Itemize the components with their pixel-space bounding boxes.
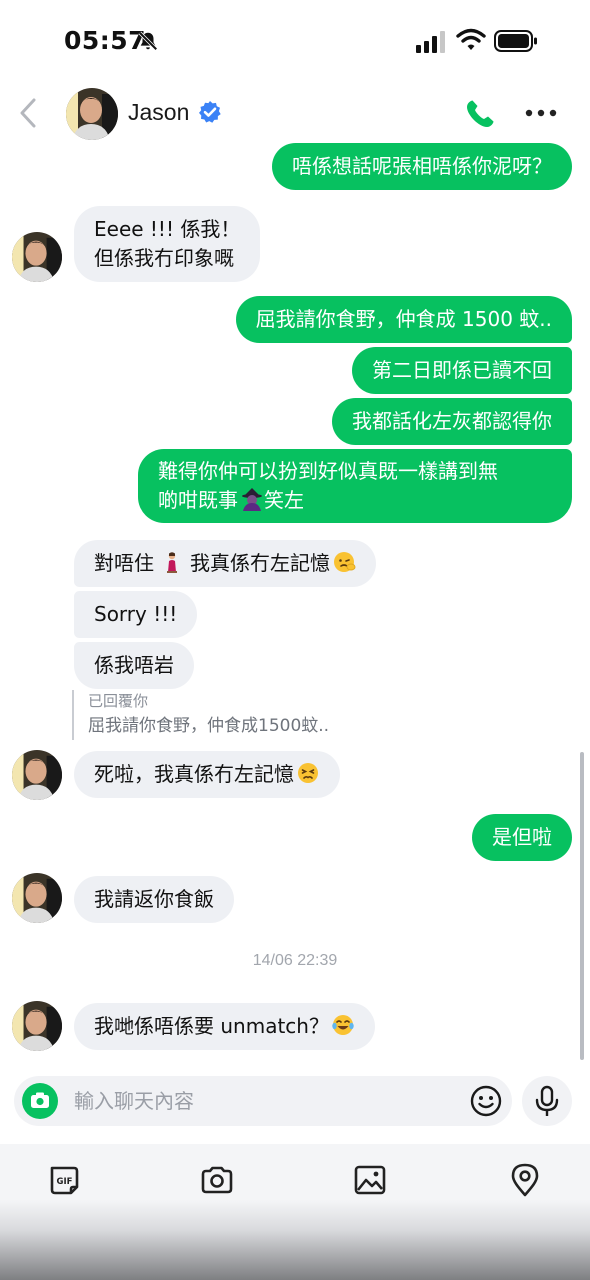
- contact-avatar[interactable]: [12, 750, 62, 800]
- message-text: 啲咁既事: [158, 488, 238, 512]
- message-text: 第二日即係已讀不回: [372, 358, 552, 382]
- message-text: 屈我請你食野，仲食成 1500 蚊..: [255, 307, 552, 331]
- message-bubble[interactable]: 第二日即係已讀不回: [352, 347, 572, 394]
- timestamp: 14/06 22:39: [252, 952, 338, 969]
- person-emoji-icon: [167, 552, 177, 573]
- message-bubble[interactable]: 是但啦: [472, 814, 572, 861]
- more-icon[interactable]: [524, 108, 558, 118]
- battery-icon: [494, 30, 537, 52]
- reply-text: 屈我請你食野，仲食成1500蚊..: [88, 716, 330, 736]
- contact-name[interactable]: Jason: [128, 99, 189, 126]
- phone-icon[interactable]: [464, 98, 496, 130]
- message-text: 我真係冇左記憶: [190, 551, 330, 575]
- message-bubble[interactable]: 難得你仲可以扮到好似真既一樣講到無 啲咁既事 笑左: [138, 449, 572, 523]
- camera-icon[interactable]: [199, 1162, 235, 1198]
- attachment-toolbar: GIF: [0, 1144, 590, 1280]
- mic-button[interactable]: [522, 1076, 572, 1126]
- face-emoji-icon: [334, 552, 356, 572]
- witch-emoji-icon: [242, 488, 262, 511]
- camera-icon: [31, 1092, 49, 1108]
- message-text: 唔係想話呢張相唔係你泥呀？: [292, 154, 552, 178]
- message-bubble[interactable]: 我請返你食飯: [74, 876, 234, 923]
- reply-quote[interactable]: 已回覆你 屈我請你食野，仲食成1500蚊..: [72, 690, 329, 740]
- message-bubble[interactable]: 死啦，我真係冇左記憶: [74, 751, 340, 798]
- chat-header: Jason: [0, 84, 590, 144]
- message-text: 我都話化左灰都認得你: [352, 409, 552, 433]
- message-text: 對唔住: [94, 551, 154, 575]
- message-bubble[interactable]: Sorry !!!: [74, 591, 198, 638]
- message-input-bar: [14, 1076, 512, 1126]
- message-text: 但係我冇印象嘅: [94, 246, 234, 270]
- contact-avatar[interactable]: [12, 1001, 62, 1051]
- persevering-face-emoji-icon: [298, 763, 318, 783]
- message-input[interactable]: [74, 1076, 444, 1126]
- message-text: 是但啦: [492, 825, 552, 849]
- mic-icon: [535, 1085, 559, 1116]
- gif-label: GIF: [57, 1177, 73, 1187]
- message-text: Sorry !!!: [94, 602, 178, 626]
- emoji-icon[interactable]: [468, 1083, 504, 1119]
- message-text: Eeee !!! 係我！: [94, 217, 241, 241]
- message-bubble[interactable]: Eeee !!! 係我！ 但係我冇印象嘅: [74, 206, 261, 282]
- message-text: 笑左: [264, 488, 304, 512]
- contact-avatar[interactable]: [12, 232, 62, 282]
- camera-button[interactable]: [22, 1083, 58, 1119]
- gif-icon[interactable]: GIF: [46, 1162, 82, 1198]
- message-text: 我哋係唔係要 unmatch？: [94, 1014, 329, 1038]
- tears-of-joy-emoji-icon: [332, 1015, 354, 1035]
- back-icon[interactable]: [16, 96, 40, 130]
- message-bubble[interactable]: 唔係想話呢張相唔係你泥呀？: [272, 143, 572, 190]
- message-text: 係我唔岩: [94, 653, 174, 677]
- message-bubble[interactable]: 我哋係唔係要 unmatch？: [74, 1003, 375, 1050]
- message-text: 我請返你食飯: [94, 887, 214, 911]
- wifi-icon: [456, 28, 486, 50]
- contact-avatar[interactable]: [66, 88, 118, 140]
- location-icon[interactable]: [507, 1162, 543, 1198]
- contact-avatar[interactable]: [12, 873, 62, 923]
- bell-muted-icon: [138, 31, 158, 51]
- signal-icon: [416, 31, 445, 53]
- message-text: 難得你仲可以扮到好似真既一樣講到無: [158, 459, 498, 483]
- message-bubble[interactable]: 係我唔岩: [74, 642, 194, 689]
- message-bubble[interactable]: 對唔住 我真係冇左記憶: [74, 540, 376, 587]
- image-icon[interactable]: [352, 1162, 388, 1198]
- scrollbar[interactable]: [580, 752, 584, 1060]
- message-bubble[interactable]: 屈我請你食野，仲食成 1500 蚊..: [235, 296, 572, 343]
- status-bar: 05:57: [0, 0, 590, 84]
- reply-label: 已回覆你: [88, 692, 149, 710]
- message-text: 死啦，我真係冇左記憶: [94, 762, 294, 786]
- verified-icon: [199, 101, 221, 123]
- message-bubble[interactable]: 我都話化左灰都認得你: [332, 398, 572, 445]
- status-time: 05:57: [64, 26, 147, 55]
